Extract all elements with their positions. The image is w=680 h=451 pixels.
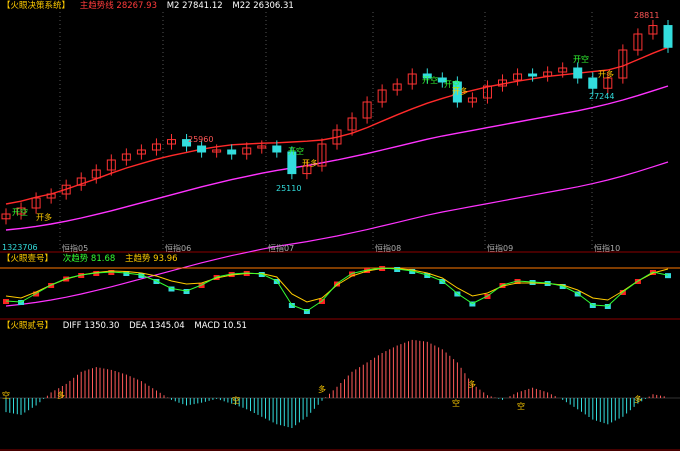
candle-body: [663, 25, 673, 48]
month-label: 恒指07: [268, 244, 295, 253]
panel1-header: 【火眼决策系统】 主趋势线 28267.93 M2 27841.12 M22 2…: [2, 1, 301, 12]
panel2-header: 【火眼壹号】 次趋势 81.68 主趋势 93.96: [2, 254, 185, 265]
signal-long: 开多: [598, 70, 614, 79]
signal-short: 开空: [422, 76, 438, 85]
month-label: 恒指06: [165, 244, 192, 253]
candle-body: [272, 145, 282, 153]
macd-marker: 空: [2, 391, 10, 400]
candle-body: [528, 73, 538, 77]
candle-body: [588, 77, 598, 89]
osc-block: [665, 273, 671, 279]
signal-long: 开多: [302, 159, 318, 168]
price-label-low2: 27244: [589, 92, 615, 101]
price-label-start: 1323706: [2, 243, 38, 252]
price-label-low: 25110: [276, 184, 302, 193]
legend-m2: M2 27841.12: [166, 1, 223, 11]
panel2-title: 【火眼壹号】: [2, 254, 54, 264]
month-label: 恒指09: [487, 244, 514, 253]
legend-secondary-trend: 次趋势 81.68: [62, 254, 116, 264]
macd-marker: 多: [468, 380, 476, 389]
month-label: 恒指08: [375, 244, 402, 253]
macd-marker: 空: [232, 396, 240, 405]
macd-marker: 多: [57, 391, 65, 400]
legend-dea: DEA 1345.04: [129, 321, 185, 331]
m22-line: [5, 85, 669, 231]
macd-marker: 多: [634, 395, 642, 404]
candle-body: [573, 67, 583, 79]
signal-short: 开空: [12, 208, 28, 217]
panel3-header: 【火眼贰号】 DIFF 1350.30 DEA 1345.04 MACD 10.…: [2, 321, 254, 332]
price-label-peak: 25960: [188, 135, 214, 144]
legend-primary-trend: 主趋势 93.96: [124, 254, 178, 264]
macd-marker: 空: [517, 402, 525, 411]
legend-diff: DIFF 1350.30: [62, 321, 120, 331]
price-label-high: 28811: [634, 11, 660, 20]
macd-marker: 空: [452, 399, 460, 408]
candle-body: [227, 149, 237, 155]
secondary-trend-line: [5, 267, 669, 312]
month-label: 恒指10: [594, 244, 621, 253]
legend-main-trend: 主趋势线 28267.93: [79, 1, 157, 11]
signal-short: 开空: [573, 55, 589, 64]
chart-canvas: [0, 12, 680, 451]
signal-long: 开多: [452, 87, 468, 96]
candle-body: [197, 145, 207, 153]
legend-m22: M22 26306.31: [232, 1, 294, 11]
panel1-title: 【火眼决策系统】: [2, 1, 71, 11]
legend-macd: MACD 10.51: [194, 321, 247, 331]
primary-trend-line: [5, 268, 669, 303]
panel3-title: 【火眼贰号】: [2, 321, 54, 331]
month-label: 恒指05: [62, 244, 89, 253]
macd-marker: 多: [318, 385, 326, 394]
signal-long: 开多: [36, 213, 52, 222]
signal-short: 开空: [288, 147, 304, 156]
